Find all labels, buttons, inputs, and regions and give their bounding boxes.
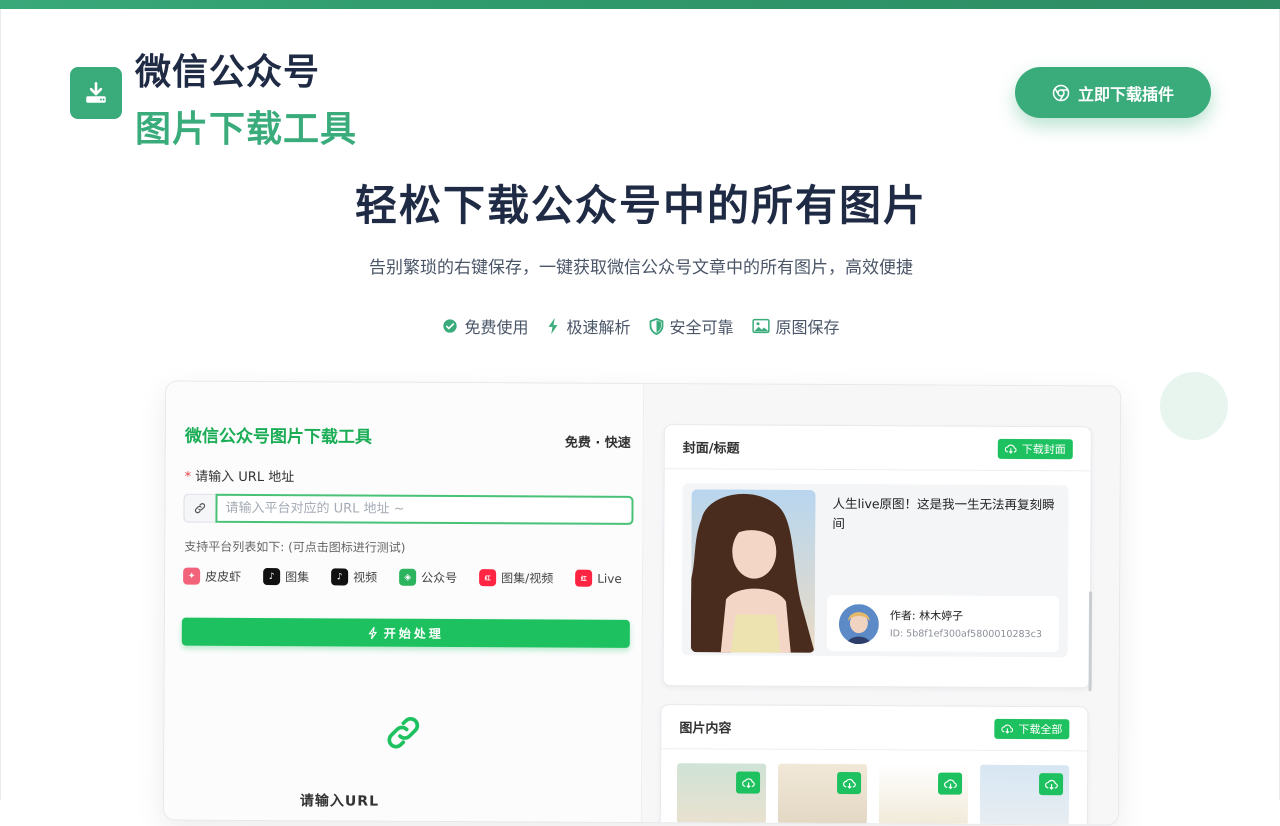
url-label: * 请输入 URL 地址: [185, 466, 295, 486]
feature-label: 安全可靠: [669, 318, 734, 337]
download-image-button[interactable]: [736, 771, 761, 794]
wechat-icon: ◈: [399, 568, 417, 586]
tool-input-panel: 微信公众号图片下载工具 免费 · 快速 *请输入 URL 地址 支持平台列表如下…: [163, 381, 645, 825]
download-extension-label: 立即下载插件: [1077, 84, 1174, 104]
feature-label: 极速解析: [566, 318, 631, 337]
cover-image: [690, 489, 816, 653]
feature-free: 免费使用: [442, 314, 528, 338]
download-image-button[interactable]: [1038, 773, 1064, 796]
platform-pipixia[interactable]: ✦ 皮皮虾: [183, 567, 242, 585]
top-accent-bar: [0, 0, 1280, 9]
logo: [70, 67, 122, 119]
url-prefix: [183, 493, 216, 523]
url-input[interactable]: [215, 493, 634, 525]
cloud-download-icon: [1044, 779, 1058, 790]
cover-card-title: 封面/标题: [682, 441, 740, 457]
images-card-title: 图片内容: [679, 721, 732, 737]
author-name: 作者: 林木婷子: [889, 609, 964, 623]
xiaohongshu-icon: 红: [479, 569, 497, 587]
tool-tagline: 免费 · 快速: [564, 435, 631, 451]
brand-subtitle: 图片下载工具: [135, 109, 358, 150]
feature-original: 原图保存: [751, 314, 840, 338]
tiktok-icon: ♪: [331, 568, 349, 586]
article-title: 人生live原图！这是我一生无法再复刻瞬间: [832, 495, 1055, 532]
link-illustration: [383, 713, 423, 757]
platform-label: 图集: [285, 570, 310, 585]
platform-list: ✦ 皮皮虾 ♪ 图集 ♪ 视频 ◈ 公众号 红 图集/视频 红 Live: [183, 567, 622, 587]
lightning-icon: [368, 626, 378, 639]
platform-douyin-video[interactable]: ♪ 视频: [331, 568, 378, 586]
feature-secure: 安全可靠: [649, 314, 734, 338]
scrollbar[interactable]: [1088, 591, 1093, 692]
platform-xhs-gallery[interactable]: 红 图集/视频: [479, 569, 554, 587]
download-all-label: 下载全部: [1018, 722, 1063, 736]
pipixia-icon: ✦: [183, 567, 201, 585]
feature-label: 免费使用: [464, 318, 529, 337]
image-icon: [751, 318, 770, 334]
author-id: ID: 5b8f1ef300af5800010283c3: [889, 628, 1042, 641]
xiaohongshu-icon: 红: [575, 569, 593, 587]
platform-label: 视频: [353, 570, 378, 585]
brand-title: 微信公众号: [135, 52, 321, 93]
tiktok-icon: ♪: [263, 568, 281, 586]
feature-fast: 极速解析: [546, 314, 631, 338]
cloud-download-icon: [1001, 724, 1014, 734]
platform-douyin-gallery[interactable]: ♪ 图集: [263, 568, 310, 586]
link-icon: [194, 503, 206, 514]
empty-state-text: 请输入URL: [299, 793, 380, 810]
download-all-button[interactable]: 下载全部: [994, 718, 1070, 739]
images-card: 图片内容 下载全部: [659, 704, 1089, 826]
required-mark: *: [184, 469, 192, 485]
shield-icon: [649, 317, 663, 335]
feature-list: 免费使用 极速解析 安全可靠 原图保存: [1, 314, 1280, 338]
download-image-button[interactable]: [837, 772, 862, 795]
image-thumbnail: [979, 764, 1070, 826]
cover-card: 封面/标题 下载封面 人生live原图！这是我一生无法再复刻瞬间 作者: 林木婷…: [662, 424, 1092, 689]
image-thumbnail: [878, 764, 969, 825]
images-card-header: 图片内容 下载全部: [661, 705, 1088, 752]
start-process-label: 开始处理: [383, 626, 444, 641]
download-extension-button[interactable]: 立即下载插件: [1015, 67, 1211, 118]
hero-subtitle: 告别繁琐的右键保存，一键获取微信公众号文章中的所有图片，高效便捷: [369, 258, 913, 278]
start-process-button[interactable]: 开始处理: [181, 617, 630, 648]
tool-preview-window: 微信公众号图片下载工具 免费 · 快速 *请输入 URL 地址 支持平台列表如下…: [162, 380, 1122, 826]
platform-wechat[interactable]: ◈ 公众号: [399, 568, 458, 586]
tool-result-panel: 封面/标题 下载封面 人生live原图！这是我一生无法再复刻瞬间 作者: 林木婷…: [641, 384, 1122, 826]
platform-label: 公众号: [421, 570, 458, 586]
tool-title: 微信公众号图片下载工具: [184, 426, 372, 448]
cloud-download-icon: [943, 778, 957, 789]
feature-label: 原图保存: [775, 318, 840, 337]
download-image-button[interactable]: [938, 772, 963, 795]
url-input-group: [183, 493, 634, 525]
link-icon: [387, 717, 420, 749]
chrome-icon: [1052, 84, 1070, 101]
image-grid: [676, 763, 1070, 826]
download-icon: [86, 81, 106, 103]
platform-label: Live: [597, 571, 622, 586]
platform-label: 皮皮虾: [205, 569, 242, 584]
image-thumbnail: [676, 763, 767, 824]
check-circle-icon: [443, 319, 458, 333]
cloud-download-icon: [741, 777, 755, 788]
avatar: [838, 604, 879, 645]
landing-page: 微信公众号 图片下载工具 立即下载插件 轻松下载公众号中的所有图片 告别繁琐的右…: [0, 9, 1280, 826]
decorative-circle: [1160, 372, 1228, 440]
download-cover-button[interactable]: 下载封面: [997, 438, 1073, 459]
download-cover-label: 下载封面: [1021, 442, 1066, 456]
hero-title: 轻松下载公众号中的所有图片: [354, 181, 927, 230]
platform-label: 图集/视频: [501, 571, 554, 586]
cloud-download-icon: [842, 778, 856, 789]
image-thumbnail: [777, 763, 868, 825]
lightning-icon: [548, 317, 558, 335]
cover-card-header: 封面/标题 下载封面: [664, 425, 1091, 472]
url-label-text: 请输入 URL 地址: [195, 469, 295, 486]
cover-preview: 人生live原图！这是我一生无法再复刻瞬间 作者: 林木婷子 ID: 5b8f1…: [681, 483, 1069, 658]
cloud-download-icon: [1004, 444, 1017, 454]
supported-platforms-text: 支持平台列表如下: (可点击图标进行测试): [184, 539, 406, 555]
platform-xhs-live[interactable]: 红 Live: [575, 569, 622, 587]
author-card: 作者: 林木婷子 ID: 5b8f1ef300af5800010283c3: [826, 594, 1060, 653]
